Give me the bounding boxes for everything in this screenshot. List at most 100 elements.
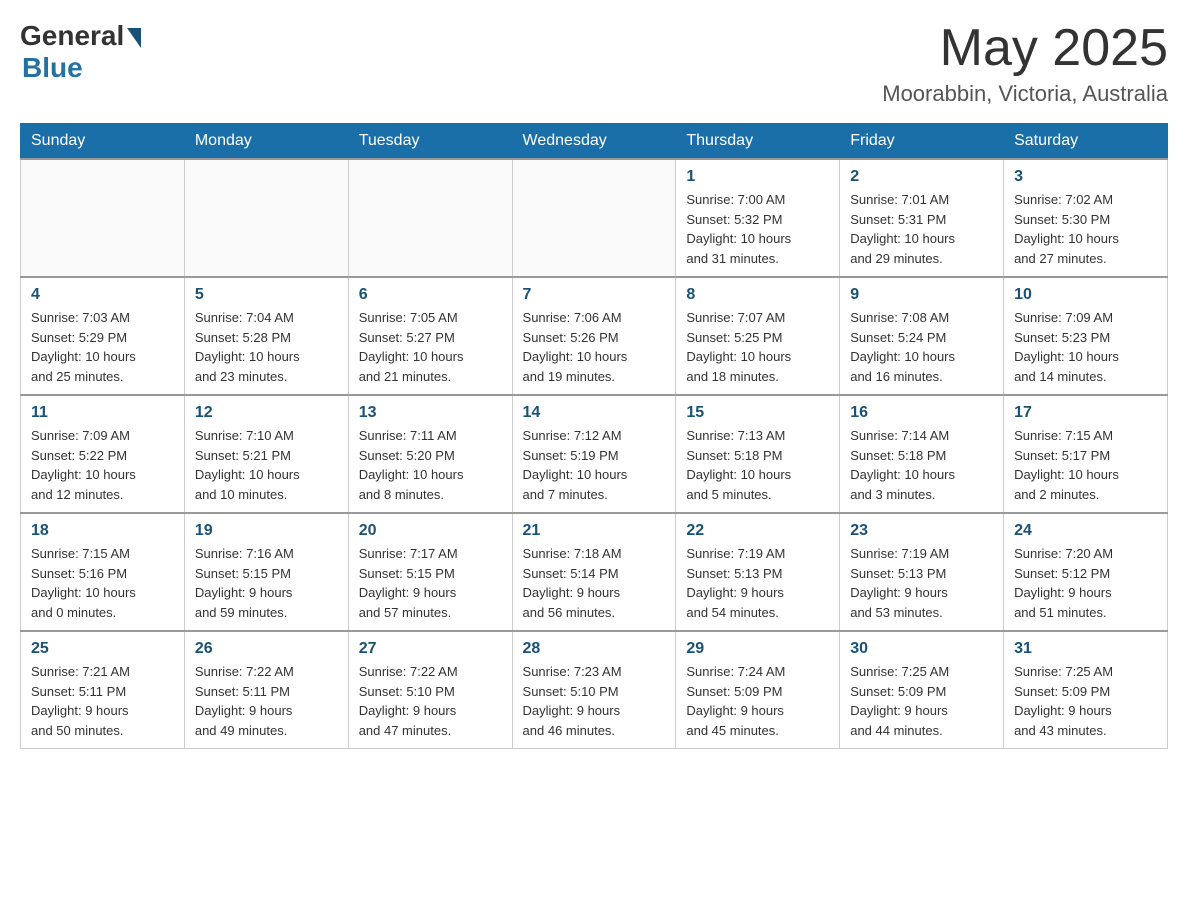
- day-info: Sunrise: 7:15 AMSunset: 5:16 PMDaylight:…: [31, 544, 174, 622]
- calendar-cell: 17 Sunrise: 7:15 AMSunset: 5:17 PMDayligh…: [1004, 395, 1168, 513]
- calendar-cell: 4 Sunrise: 7:03 AMSunset: 5:29 PMDaylight…: [21, 277, 185, 395]
- day-number: 22: [686, 522, 829, 540]
- day-number: 29: [686, 640, 829, 658]
- header-day-monday: Monday: [184, 124, 348, 160]
- calendar-cell: 18 Sunrise: 7:15 AMSunset: 5:16 PMDayligh…: [21, 513, 185, 631]
- day-number: 12: [195, 404, 338, 422]
- calendar-cell: 19 Sunrise: 7:16 AMSunset: 5:15 PMDayligh…: [184, 513, 348, 631]
- day-info: Sunrise: 7:04 AMSunset: 5:28 PMDaylight:…: [195, 308, 338, 386]
- day-number: 18: [31, 522, 174, 540]
- day-number: 23: [850, 522, 993, 540]
- logo: General Blue: [20, 20, 141, 84]
- calendar-cell: 27 Sunrise: 7:22 AMSunset: 5:10 PMDayligh…: [348, 631, 512, 749]
- day-number: 27: [359, 640, 502, 658]
- day-info: Sunrise: 7:15 AMSunset: 5:17 PMDaylight:…: [1014, 426, 1157, 504]
- calendar-cell: 2Sunrise: 7:01 AMSunset: 5:31 PMDaylight…: [840, 159, 1004, 277]
- calendar-cell: 7Sunrise: 7:06 AMSunset: 5:26 PMDaylight…: [512, 277, 676, 395]
- calendar-cell: 9Sunrise: 7:08 AMSunset: 5:24 PMDaylight…: [840, 277, 1004, 395]
- day-info: Sunrise: 7:25 AMSunset: 5:09 PMDaylight:…: [850, 662, 993, 740]
- calendar-cell: [512, 159, 676, 277]
- day-number: 3: [1014, 168, 1157, 186]
- day-info: Sunrise: 7:08 AMSunset: 5:24 PMDaylight:…: [850, 308, 993, 386]
- page-header: General Blue May 2025 Moorabbin, Victori…: [20, 20, 1168, 107]
- day-info: Sunrise: 7:11 AMSunset: 5:20 PMDaylight:…: [359, 426, 502, 504]
- day-number: 25: [31, 640, 174, 658]
- calendar-cell: 5 Sunrise: 7:04 AMSunset: 5:28 PMDaylight…: [184, 277, 348, 395]
- week-row-1: 1Sunrise: 7:00 AMSunset: 5:32 PMDaylight…: [21, 159, 1168, 277]
- day-info: Sunrise: 7:14 AMSunset: 5:18 PMDaylight:…: [850, 426, 993, 504]
- day-info: Sunrise: 7:17 AMSunset: 5:15 PMDaylight:…: [359, 544, 502, 622]
- day-info: Sunrise: 7:24 AMSunset: 5:09 PMDaylight:…: [686, 662, 829, 740]
- header-day-saturday: Saturday: [1004, 124, 1168, 160]
- header-day-thursday: Thursday: [676, 124, 840, 160]
- calendar-cell: 3 Sunrise: 7:02 AMSunset: 5:30 PMDaylight…: [1004, 159, 1168, 277]
- calendar-cell: 20 Sunrise: 7:17 AMSunset: 5:15 PMDayligh…: [348, 513, 512, 631]
- day-info: Sunrise: 7:09 AMSunset: 5:22 PMDaylight:…: [31, 426, 174, 504]
- day-number: 31: [1014, 640, 1157, 658]
- day-info: Sunrise: 7:18 AMSunset: 5:14 PMDaylight:…: [523, 544, 666, 622]
- day-number: 4: [31, 286, 174, 304]
- day-number: 11: [31, 404, 174, 422]
- logo-blue-text: Blue: [22, 52, 83, 84]
- calendar-cell: 6 Sunrise: 7:05 AMSunset: 5:27 PMDaylight…: [348, 277, 512, 395]
- calendar-cell: 22 Sunrise: 7:19 AMSunset: 5:13 PMDayligh…: [676, 513, 840, 631]
- day-info: Sunrise: 7:12 AMSunset: 5:19 PMDaylight:…: [523, 426, 666, 504]
- week-row-3: 11 Sunrise: 7:09 AMSunset: 5:22 PMDayligh…: [21, 395, 1168, 513]
- day-info: Sunrise: 7:16 AMSunset: 5:15 PMDaylight:…: [195, 544, 338, 622]
- logo-general-text: General: [20, 20, 124, 52]
- day-info: Sunrise: 7:22 AMSunset: 5:11 PMDaylight:…: [195, 662, 338, 740]
- day-info: Sunrise: 7:00 AMSunset: 5:32 PMDaylight:…: [686, 190, 829, 268]
- day-number: 19: [195, 522, 338, 540]
- calendar-cell: 29 Sunrise: 7:24 AMSunset: 5:09 PMDayligh…: [676, 631, 840, 749]
- day-number: 6: [359, 286, 502, 304]
- header-day-sunday: Sunday: [21, 124, 185, 160]
- calendar-cell: 11 Sunrise: 7:09 AMSunset: 5:22 PMDayligh…: [21, 395, 185, 513]
- calendar-cell: 24 Sunrise: 7:20 AMSunset: 5:12 PMDayligh…: [1004, 513, 1168, 631]
- title-block: May 2025 Moorabbin, Victoria, Australia: [882, 20, 1168, 107]
- day-number: 20: [359, 522, 502, 540]
- day-info: Sunrise: 7:10 AMSunset: 5:21 PMDaylight:…: [195, 426, 338, 504]
- day-info: Sunrise: 7:19 AMSunset: 5:13 PMDaylight:…: [850, 544, 993, 622]
- calendar-cell: 31Sunrise: 7:25 AMSunset: 5:09 PMDayligh…: [1004, 631, 1168, 749]
- day-number: 28: [523, 640, 666, 658]
- calendar-cell: 23 Sunrise: 7:19 AMSunset: 5:13 PMDayligh…: [840, 513, 1004, 631]
- day-number: 13: [359, 404, 502, 422]
- calendar-cell: 12 Sunrise: 7:10 AMSunset: 5:21 PMDayligh…: [184, 395, 348, 513]
- day-info: Sunrise: 7:02 AMSunset: 5:30 PMDaylight:…: [1014, 190, 1157, 268]
- day-info: Sunrise: 7:09 AMSunset: 5:23 PMDaylight:…: [1014, 308, 1157, 386]
- month-title: May 2025: [882, 20, 1168, 77]
- day-info: Sunrise: 7:03 AMSunset: 5:29 PMDaylight:…: [31, 308, 174, 386]
- location-text: Moorabbin, Victoria, Australia: [882, 81, 1168, 107]
- day-number: 24: [1014, 522, 1157, 540]
- day-number: 8: [686, 286, 829, 304]
- day-info: Sunrise: 7:07 AMSunset: 5:25 PMDaylight:…: [686, 308, 829, 386]
- day-number: 30: [850, 640, 993, 658]
- day-number: 14: [523, 404, 666, 422]
- calendar-cell: 30 Sunrise: 7:25 AMSunset: 5:09 PMDayligh…: [840, 631, 1004, 749]
- day-number: 15: [686, 404, 829, 422]
- calendar-cell: [348, 159, 512, 277]
- day-number: 17: [1014, 404, 1157, 422]
- day-number: 5: [195, 286, 338, 304]
- day-info: Sunrise: 7:05 AMSunset: 5:27 PMDaylight:…: [359, 308, 502, 386]
- calendar-cell: 26 Sunrise: 7:22 AMSunset: 5:11 PMDayligh…: [184, 631, 348, 749]
- day-info: Sunrise: 7:20 AMSunset: 5:12 PMDaylight:…: [1014, 544, 1157, 622]
- day-number: 2: [850, 168, 993, 186]
- calendar-cell: 14 Sunrise: 7:12 AMSunset: 5:19 PMDayligh…: [512, 395, 676, 513]
- week-row-5: 25Sunrise: 7:21 AMSunset: 5:11 PMDayligh…: [21, 631, 1168, 749]
- day-number: 26: [195, 640, 338, 658]
- header-day-friday: Friday: [840, 124, 1004, 160]
- calendar-cell: 28Sunrise: 7:23 AMSunset: 5:10 PMDayligh…: [512, 631, 676, 749]
- day-info: Sunrise: 7:19 AMSunset: 5:13 PMDaylight:…: [686, 544, 829, 622]
- week-row-4: 18 Sunrise: 7:15 AMSunset: 5:16 PMDayligh…: [21, 513, 1168, 631]
- day-number: 21: [523, 522, 666, 540]
- day-number: 16: [850, 404, 993, 422]
- calendar-table: SundayMondayTuesdayWednesdayThursdayFrid…: [20, 123, 1168, 749]
- calendar-cell: 16 Sunrise: 7:14 AMSunset: 5:18 PMDayligh…: [840, 395, 1004, 513]
- day-info: Sunrise: 7:22 AMSunset: 5:10 PMDaylight:…: [359, 662, 502, 740]
- week-row-2: 4 Sunrise: 7:03 AMSunset: 5:29 PMDaylight…: [21, 277, 1168, 395]
- calendar-cell: 25Sunrise: 7:21 AMSunset: 5:11 PMDayligh…: [21, 631, 185, 749]
- logo-arrow-icon: [127, 28, 141, 48]
- day-number: 7: [523, 286, 666, 304]
- calendar-cell: [184, 159, 348, 277]
